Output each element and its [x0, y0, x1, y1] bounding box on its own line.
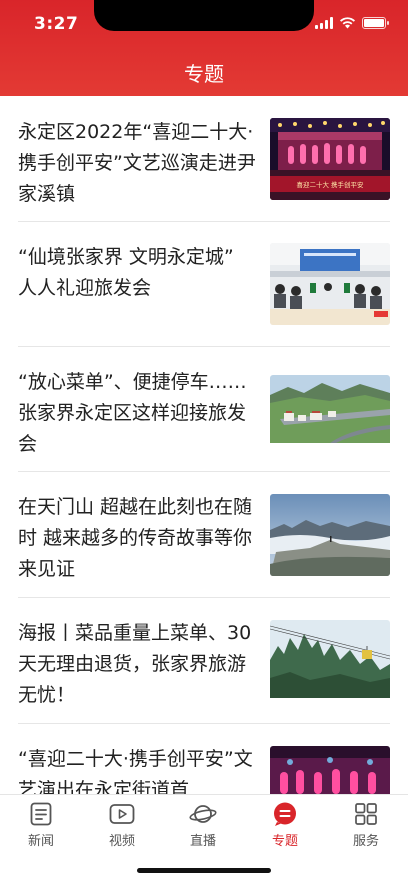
article-item[interactable]: 海报丨菜品重量上菜单、30天无理由退货，张家界旅游无忧！ — [18, 618, 390, 744]
stage-performance-2-image — [270, 746, 390, 794]
services-grid-icon — [352, 801, 380, 827]
article-item[interactable]: 永定区2022年“喜迎二十大·携手创平安”文艺巡演走进尹家溪镇 喜迎二十大 携手… — [18, 116, 390, 242]
tab-live-label: 直播 — [189, 834, 216, 849]
status-icons — [315, 17, 389, 29]
article-item[interactable]: 在天门山 超越在此刻也在随时 越来越多的传奇故事等你来见证 — [18, 492, 390, 618]
home-indicator[interactable] — [137, 868, 271, 873]
device-notch — [94, 0, 314, 31]
status-bar: 3:27 — [0, 0, 408, 50]
tab-services[interactable]: 服务 — [334, 801, 398, 849]
page-title: 专题 — [184, 62, 224, 86]
tab-video[interactable]: 视频 — [90, 801, 154, 849]
article-title[interactable]: “喜迎二十大·携手创平安”文艺演出在永定街道首 — [18, 744, 258, 794]
article-list[interactable]: 永定区2022年“喜迎二十大·携手创平安”文艺巡演走进尹家溪镇 喜迎二十大 携手… — [0, 96, 408, 794]
tab-topic[interactable]: 专题 — [253, 801, 317, 849]
article-thumbnail[interactable] — [270, 746, 390, 794]
aerial-town-image — [270, 375, 390, 443]
divider — [18, 471, 390, 472]
app-header: 3:27 专题 — [0, 0, 408, 96]
tab-news[interactable]: 新闻 — [9, 801, 73, 849]
tab-news-label: 新闻 — [27, 834, 54, 849]
topic-icon — [271, 801, 299, 827]
live-icon — [189, 801, 217, 827]
stage-performance-image: 喜迎二十大 携手创平安 — [270, 118, 390, 200]
cable-car-peaks-image — [270, 620, 390, 698]
article-title[interactable]: 海报丨菜品重量上菜单、30天无理由退货，张家界旅游无忧！ — [18, 618, 258, 711]
battery-icon — [362, 17, 389, 29]
divider — [18, 723, 390, 724]
article-title[interactable]: “仙境张家界 文明永定城” 人人礼迎旅发会 — [18, 242, 258, 304]
article-title[interactable]: 在天门山 超越在此刻也在随时 越来越多的传奇故事等你来见证 — [18, 492, 258, 585]
tab-video-label: 视频 — [108, 834, 135, 849]
cellular-signal-icon — [315, 17, 333, 29]
stage-banner-text: 喜迎二十大 携手创平安 — [296, 180, 364, 189]
article-thumbnail[interactable] — [270, 620, 390, 702]
article-item[interactable]: “喜迎二十大·携手创平安”文艺演出在永定街道首 — [18, 744, 390, 794]
article-thumbnail[interactable] — [270, 375, 390, 457]
tab-live[interactable]: 直播 — [171, 801, 235, 849]
tab-services-label: 服务 — [352, 834, 379, 849]
article-thumbnail[interactable] — [270, 494, 390, 576]
article-item[interactable]: “仙境张家界 文明永定城” 人人礼迎旅发会 — [18, 242, 390, 368]
video-icon — [108, 801, 136, 827]
article-title[interactable]: “放心菜单”、便捷停车……张家界永定区这样迎接旅发会 — [18, 367, 258, 460]
tab-topic-label: 专题 — [271, 834, 298, 849]
sea-of-clouds-image — [270, 494, 390, 576]
article-thumbnail[interactable]: 喜迎二十大 携手创平安 — [270, 118, 390, 200]
divider — [18, 221, 390, 222]
divider — [18, 597, 390, 598]
article-thumbnail[interactable] — [270, 243, 390, 325]
article-title[interactable]: 永定区2022年“喜迎二十大·携手创平安”文艺巡演走进尹家溪镇 — [18, 117, 258, 210]
divider — [18, 346, 390, 347]
status-time: 3:27 — [34, 14, 79, 34]
article-item[interactable]: “放心菜单”、便捷停车……张家界永定区这样迎接旅发会 — [18, 367, 390, 493]
wifi-icon — [340, 17, 355, 29]
conference-image — [270, 243, 390, 325]
news-icon — [27, 801, 55, 827]
